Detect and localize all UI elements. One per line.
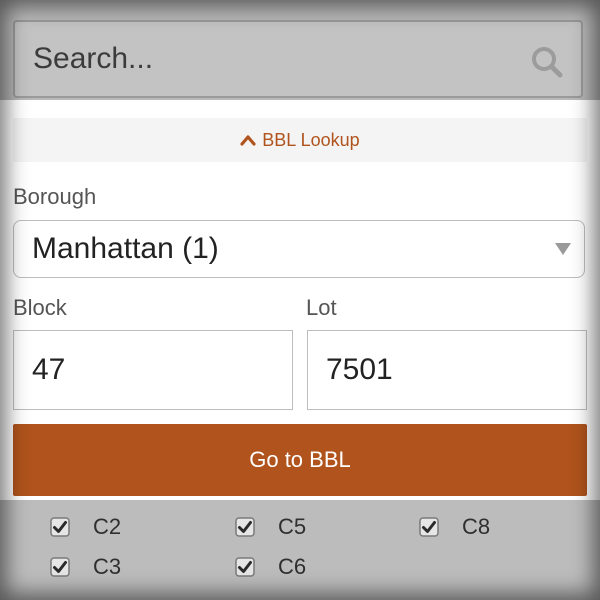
layer-checkbox-label: C3: [93, 554, 122, 579]
search-icon[interactable]: [529, 44, 565, 80]
checkbox-checked-icon[interactable]: [235, 557, 255, 577]
checkbox-checked-icon[interactable]: [50, 557, 70, 577]
bbl-lookup-toggle[interactable]: BBL Lookup: [13, 118, 587, 162]
bbl-lookup-screen: BBL Lookup Borough Manhattan (1) Block L…: [0, 0, 600, 600]
layer-checkbox-label: C8: [462, 514, 491, 539]
search-box[interactable]: [13, 20, 583, 98]
layer-checkbox-item[interactable]: C2: [50, 514, 121, 540]
block-label: Block: [13, 295, 67, 320]
lot-input[interactable]: [307, 330, 587, 410]
layer-checkbox-item[interactable]: C8: [419, 514, 490, 540]
layer-checkbox-list: C2 C5 C8 C3 C6: [0, 500, 600, 600]
go-to-bbl-button[interactable]: Go to BBL: [13, 424, 587, 496]
bbl-lookup-label: BBL Lookup: [262, 129, 360, 150]
layer-checkbox-item[interactable]: C3: [50, 554, 121, 580]
checkbox-checked-icon[interactable]: [235, 517, 255, 537]
checkbox-checked-icon[interactable]: [419, 517, 439, 537]
search-bar-area: [0, 0, 600, 100]
layer-checkbox-item[interactable]: C5: [235, 514, 306, 540]
bbl-lookup-panel: BBL Lookup Borough Manhattan (1) Block L…: [13, 118, 587, 498]
layer-checkbox-label: C2: [93, 514, 122, 539]
borough-selected-value: Manhattan (1): [32, 232, 219, 265]
search-input[interactable]: [15, 22, 581, 96]
lot-label: Lot: [306, 295, 337, 320]
chevron-up-icon: [240, 135, 256, 146]
layer-checkbox-label: C5: [278, 514, 307, 539]
dropdown-arrow-icon: [555, 243, 571, 255]
borough-label: Borough: [13, 184, 97, 209]
layer-checkbox-label: C6: [278, 554, 307, 579]
checkbox-checked-icon[interactable]: [50, 517, 70, 537]
block-input[interactable]: [13, 330, 293, 410]
borough-select[interactable]: Manhattan (1): [13, 220, 585, 278]
layer-checkbox-item[interactable]: C6: [235, 554, 306, 580]
